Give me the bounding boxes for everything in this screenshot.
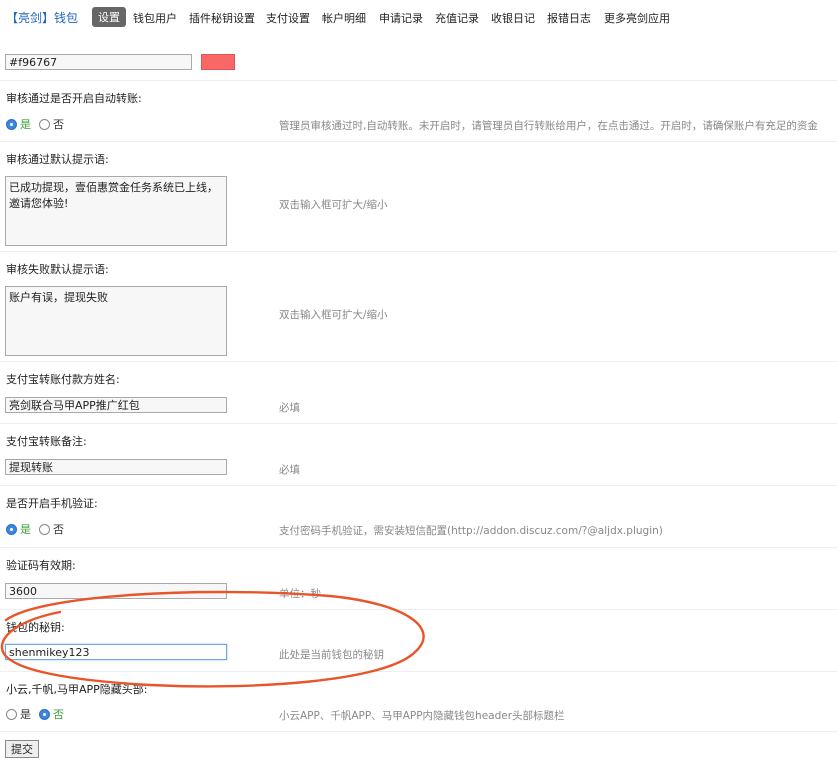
payer-name-label: 支付宝转账付款方姓名: [6,373,120,386]
code-expiry-label: 验证码有效期: [6,559,76,572]
tab-cashier-log[interactable]: 收银日记 [491,10,535,26]
reject-msg-row: 审核失败默认提示语: 账户有误，提现失败 双击输入框可扩大/缩小 [0,252,837,362]
transfer-note-label: 支付宝转账备注: [6,435,87,448]
approve-msg-textarea[interactable]: 已成功提现，壹佰惠赏金任务系统已上线， 邀请您体验! [5,176,227,246]
brand-title: 【亮剑】钱包 [6,11,79,25]
reject-msg-tip: 双击输入框可扩大/缩小 [279,309,388,321]
auto-transfer-radios: 是否 [6,116,72,132]
transfer-note-tip: 必填 [279,464,300,476]
reject-msg-label: 审核失败默认提示语: [6,263,109,276]
submit-button[interactable]: 提交 [5,740,39,758]
auto-transfer-yes-radio[interactable] [6,118,17,130]
transfer-note-row: 支付宝转账备注: 必填 [0,424,837,486]
tab-payment[interactable]: 支付设置 [266,10,310,26]
tab-more-apps[interactable]: 更多亮剑应用 [604,10,670,26]
auto-transfer-row: 审核通过是否开启自动转账: 是否 管理员审核通过时,自动转账。未开启时，请管理员… [0,81,837,142]
phone-verify-no-radio[interactable] [39,523,50,535]
color-row [0,46,837,81]
phone-verify-row: 是否开启手机验证: 是否 支付密码手机验证，需安装短信配置(http://add… [0,486,837,548]
tab-plugin-key[interactable]: 插件秘钥设置 [189,10,255,26]
auto-transfer-no-label[interactable]: 否 [53,116,64,132]
reject-msg-textarea[interactable]: 账户有误，提现失败 [5,286,227,356]
hide-header-yes-label[interactable]: 是 [20,706,31,722]
approve-msg-tip: 双击输入框可扩大/缩小 [279,199,388,211]
hide-header-tip: 小云APP、千帆APP、马甲APP内隐藏钱包header头部标题栏 [279,710,565,722]
hide-header-yes-radio[interactable] [6,708,17,720]
hide-header-no-radio[interactable] [39,708,50,720]
annotation-ellipse [0,590,425,688]
color-input[interactable] [5,54,192,70]
payer-name-tip: 必填 [279,402,300,414]
auto-transfer-no-radio[interactable] [39,118,50,130]
approve-msg-row: 审核通过默认提示语: 已成功提现，壹佰惠赏金任务系统已上线， 邀请您体验! 双击… [0,142,837,252]
payer-name-row: 支付宝转账付款方姓名: 必填 [0,362,837,424]
hide-header-radios: 是否 [6,706,72,722]
hide-header-no-label[interactable]: 否 [53,706,64,722]
color-swatch[interactable] [201,54,235,70]
phone-verify-yes-label[interactable]: 是 [20,521,31,537]
phone-verify-label: 是否开启手机验证: [6,497,98,510]
tab-settings[interactable]: 设置 [92,7,126,27]
tab-applications[interactable]: 申请记录 [379,10,423,26]
phone-verify-radios: 是否 [6,521,72,537]
auto-transfer-tip: 管理员审核通过时,自动转账。未开启时，请管理员自行转账给用户，在点击通过。开启时… [279,120,818,132]
auto-transfer-label: 审核通过是否开启自动转账: [6,92,142,105]
payer-name-input[interactable] [5,397,227,413]
phone-verify-yes-radio[interactable] [6,523,17,535]
tab-wallet-users[interactable]: 钱包用户 [133,10,177,26]
approve-msg-label: 审核通过默认提示语: [6,153,109,166]
top-nav: 【亮剑】钱包 设置 钱包用户 插件秘钥设置 支付设置 帐户明细 申请记录 充值记… [0,0,837,34]
tab-error-log[interactable]: 报错日志 [547,10,591,26]
tab-account-detail[interactable]: 帐户明细 [322,10,366,26]
phone-verify-no-label[interactable]: 否 [53,521,64,537]
tab-recharge[interactable]: 充值记录 [435,10,479,26]
transfer-note-input[interactable] [5,459,227,475]
phone-verify-tip: 支付密码手机验证，需安装短信配置(http://addon.discuz.com… [279,525,663,537]
auto-transfer-yes-label[interactable]: 是 [20,116,31,132]
